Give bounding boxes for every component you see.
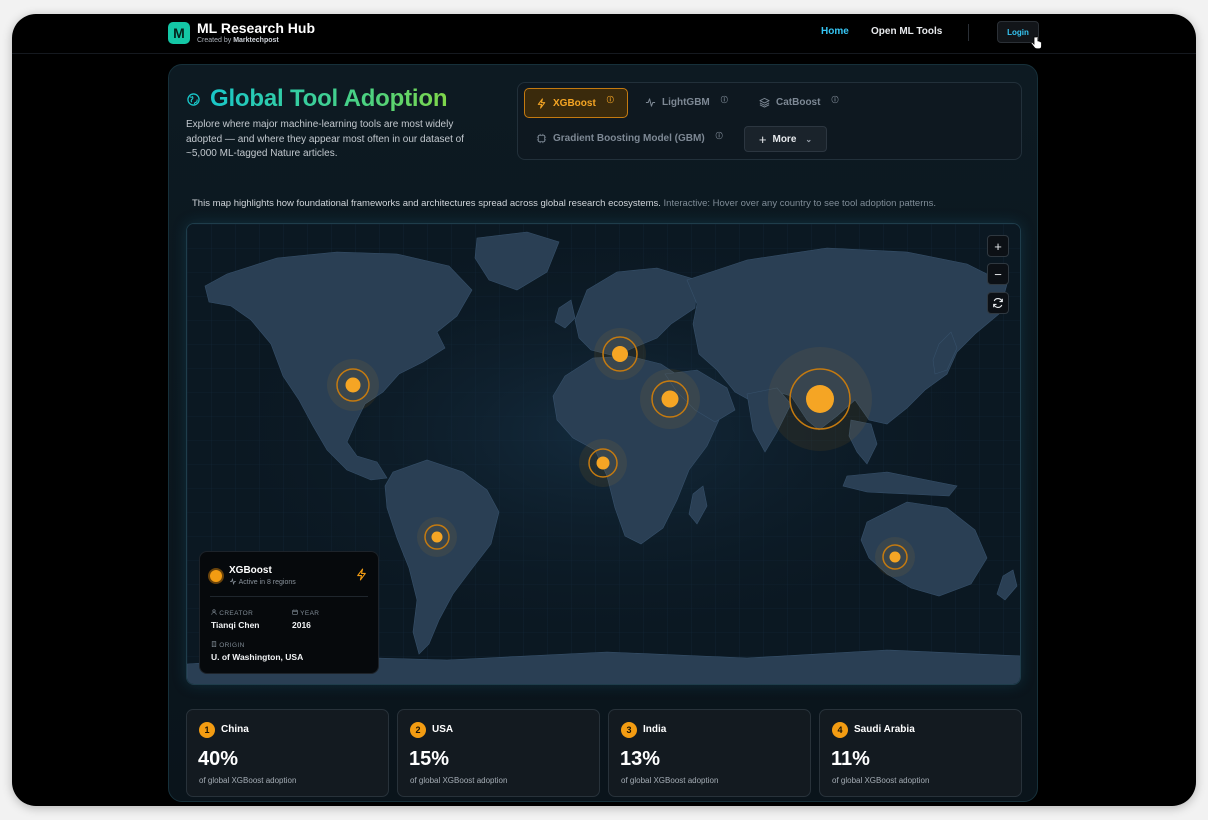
stat-percent: 40%	[198, 748, 239, 770]
calendar-icon	[292, 609, 298, 615]
brand-subtitle: Created by Marktechpost	[197, 37, 279, 44]
activity-icon	[230, 577, 236, 586]
info-icon[interactable]: ⓘ	[716, 131, 723, 141]
rank-badge: 2	[410, 722, 426, 738]
hotspot-south-america	[417, 517, 457, 557]
info-icon[interactable]: ⓘ	[721, 95, 728, 105]
stat-card[interactable]: 2 USA 15% of global XGBoost adoption	[397, 709, 600, 797]
globe-icon	[187, 92, 200, 106]
bolt-icon	[357, 568, 366, 581]
hotspot-africa	[579, 439, 627, 487]
stat-percent: 11%	[831, 748, 870, 770]
tool-label: LightGBM	[662, 97, 710, 108]
stat-card[interactable]: 3 India 13% of global XGBoost adoption	[608, 709, 811, 797]
tool-lightgbm-button[interactable]: LightGBM ⓘ	[645, 97, 728, 108]
refresh-icon	[993, 298, 1003, 308]
stat-note: of global XGBoost adoption	[832, 776, 930, 785]
stat-country: China	[221, 724, 249, 735]
chip-icon	[536, 133, 547, 144]
stat-country: Saudi Arabia	[854, 724, 915, 735]
tool-label: XGBoost	[553, 97, 596, 109]
origin-label: ORIGIN	[211, 641, 245, 649]
page-description: Explore where major machine-learning too…	[186, 119, 464, 159]
hotspot-usa	[327, 359, 379, 411]
rank-badge: 4	[832, 722, 848, 738]
tool-selector: XGBoost ⓘ LightGBM ⓘ CatBoost ⓘ Gradient…	[517, 82, 1022, 160]
status-dot	[210, 570, 222, 582]
tool-info-card: XGBoost Active in 8 regions CREATOR Tian…	[199, 551, 379, 674]
nav-divider	[968, 24, 969, 41]
creator-value: Tianqi Chen	[211, 620, 260, 630]
tool-label: Gradient Boosting Model (GBM)	[553, 133, 705, 144]
building-icon	[211, 641, 217, 648]
zoom-out-button[interactable]: −	[987, 263, 1009, 285]
plus-icon: +	[758, 131, 767, 147]
user-icon	[211, 609, 217, 615]
info-icon[interactable]: ⓘ	[607, 95, 614, 105]
top-nav: M ML Research Hub Created by Marktechpos…	[12, 14, 1196, 54]
main-panel: Global Tool Adoption Explore where major…	[168, 64, 1038, 802]
creator-label: CREATOR	[211, 609, 253, 617]
year-label: YEAR	[292, 609, 319, 617]
page-title: Global Tool Adoption	[210, 85, 448, 112]
hotspot-europe	[594, 328, 646, 380]
stat-country: India	[643, 724, 667, 735]
info-icon[interactable]: ⓘ	[831, 95, 838, 105]
hotspot-china	[768, 347, 872, 451]
nav-open-ml-tools-link[interactable]: Open ML Tools	[871, 26, 942, 37]
brand-title: ML Research Hub	[197, 20, 315, 36]
rank-badge: 1	[199, 722, 215, 738]
brand[interactable]: M ML Research Hub Created by Marktechpos…	[168, 21, 315, 45]
stat-country: USA	[432, 724, 454, 735]
reset-view-button[interactable]	[987, 292, 1009, 314]
world-map[interactable]: + − XGBoost Active in 8 regions CREATOR	[186, 223, 1021, 685]
chevron-down-icon: ⌄	[805, 134, 813, 144]
tool-catboost-button[interactable]: CatBoost ⓘ	[759, 97, 838, 108]
stat-note: of global XGBoost adoption	[199, 776, 297, 785]
hotspot-saudi-arabia	[640, 369, 700, 429]
origin-value: U. of Washington, USA	[211, 652, 304, 662]
stat-note: of global XGBoost adoption	[621, 776, 719, 785]
year-value: 2016	[292, 620, 311, 630]
tool-label: CatBoost	[776, 97, 821, 108]
more-label: More	[772, 133, 797, 145]
stat-card[interactable]: 4 Saudi Arabia 11% of global XGBoost ado…	[819, 709, 1022, 797]
hotspot-australia	[875, 537, 915, 577]
layers-icon	[759, 97, 770, 108]
stat-percent: 13%	[620, 748, 661, 770]
map-caption: This map highlights how foundational fra…	[192, 198, 937, 209]
activity-icon	[645, 98, 656, 107]
hand-cursor-icon	[1030, 36, 1042, 50]
rank-badge: 3	[621, 722, 637, 738]
stat-note: of global XGBoost adoption	[410, 776, 508, 785]
more-tools-button[interactable]: + More ⌄	[744, 126, 827, 152]
stat-percent: 15%	[409, 748, 450, 770]
info-card-status: Active in 8 regions	[229, 577, 296, 586]
bolt-icon	[537, 97, 546, 109]
info-card-title: XGBoost	[229, 565, 272, 576]
stat-card[interactable]: 1 China 40% of global XGBoost adoption	[186, 709, 389, 797]
divider	[210, 596, 368, 597]
tool-gbm-button[interactable]: Gradient Boosting Model (GBM) ⓘ	[536, 133, 723, 144]
brand-logo: M	[168, 22, 190, 44]
zoom-in-button[interactable]: +	[987, 235, 1009, 257]
nav-home-link[interactable]: Home	[821, 26, 849, 37]
tool-xgboost-button[interactable]: XGBoost ⓘ	[524, 88, 628, 118]
app-window: M ML Research Hub Created by Marktechpos…	[12, 14, 1196, 806]
